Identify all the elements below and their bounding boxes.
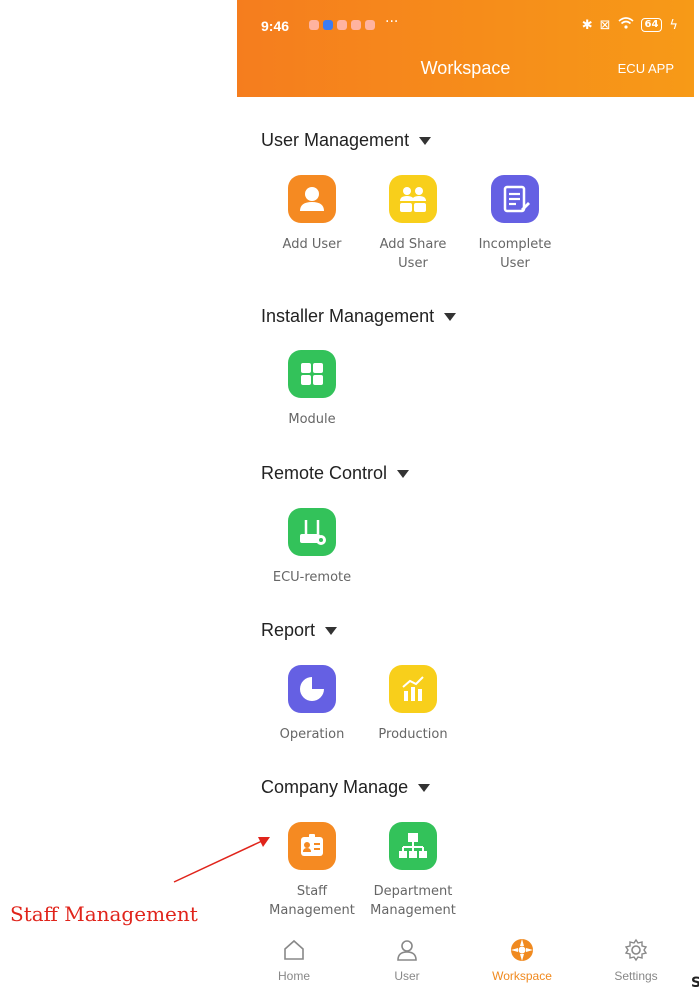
annotation-label: Staff Management [10, 902, 198, 926]
cropped-text: S [691, 975, 699, 991]
annotation-arrow-icon [173, 837, 270, 883]
